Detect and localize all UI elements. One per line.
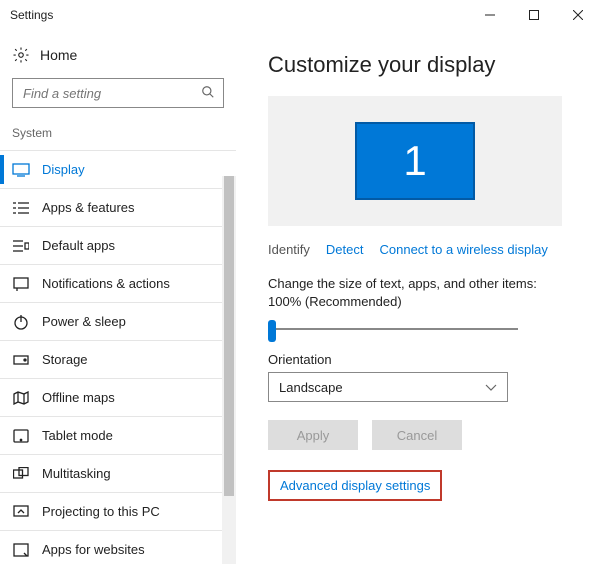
sidebar-item-label: Offline maps (42, 390, 115, 405)
titlebar: Settings (0, 0, 600, 30)
scale-label: Change the size of text, apps, and other… (268, 275, 562, 310)
sidebar-item-default-apps[interactable]: Default apps (0, 226, 236, 264)
notifications-icon (12, 275, 30, 293)
sidebar-item-storage[interactable]: Storage (0, 340, 236, 378)
orientation-select[interactable]: Landscape (268, 372, 508, 402)
search-input[interactable] (12, 78, 224, 108)
orientation-label: Orientation (268, 352, 582, 367)
sidebar-item-notifications[interactable]: Notifications & actions (0, 264, 236, 302)
tablet-icon (12, 427, 30, 445)
sidebar-item-label: Projecting to this PC (42, 504, 160, 519)
sidebar-item-apps-features[interactable]: Apps & features (0, 188, 236, 226)
power-icon (12, 313, 30, 331)
close-button[interactable] (556, 0, 600, 30)
window-title: Settings (10, 8, 53, 22)
minimize-button[interactable] (468, 0, 512, 30)
slider-track (268, 328, 518, 330)
sidebar-item-offline-maps[interactable]: Offline maps (0, 378, 236, 416)
list-icon (12, 199, 30, 217)
maximize-button[interactable] (512, 0, 556, 30)
sidebar-item-label: Storage (42, 352, 88, 367)
projecting-icon (12, 503, 30, 521)
main-panel: Customize your display 1 Identify Detect… (236, 30, 600, 564)
apps-websites-icon (12, 541, 30, 559)
home-button[interactable]: Home (0, 40, 236, 78)
detect-link[interactable]: Detect (326, 242, 364, 257)
cancel-button[interactable]: Cancel (372, 420, 462, 450)
storage-icon (12, 351, 30, 369)
sidebar-item-label: Notifications & actions (42, 276, 170, 291)
sidebar-item-label: Default apps (42, 238, 115, 253)
search-field[interactable] (21, 85, 191, 102)
apply-button[interactable]: Apply (268, 420, 358, 450)
sidebar-item-label: Apps for websites (42, 542, 145, 557)
sidebar-item-label: Tablet mode (42, 428, 113, 443)
display-icon (12, 161, 30, 179)
page-title: Customize your display (268, 52, 582, 78)
display-actions-row: Identify Detect Connect to a wireless di… (268, 242, 582, 257)
map-icon (12, 389, 30, 407)
identify-link[interactable]: Identify (268, 242, 310, 257)
sidebar-item-apps-websites[interactable]: Apps for websites (0, 530, 236, 568)
display-arrangement-panel[interactable]: 1 (268, 96, 562, 226)
default-apps-icon (12, 237, 30, 255)
sidebar-item-projecting[interactable]: Projecting to this PC (0, 492, 236, 530)
monitor-number: 1 (403, 137, 426, 185)
advanced-display-settings-link[interactable]: Advanced display settings (268, 470, 442, 501)
window-controls (468, 0, 600, 30)
monitor-1[interactable]: 1 (355, 122, 475, 200)
apply-cancel-row: Apply Cancel (268, 420, 582, 450)
slider-thumb[interactable] (268, 320, 276, 342)
sidebar-item-label: Apps & features (42, 200, 135, 215)
sidebar-item-tablet-mode[interactable]: Tablet mode (0, 416, 236, 454)
chevron-down-icon (485, 380, 497, 395)
category-label: System (0, 122, 236, 150)
advanced-link-label: Advanced display settings (280, 478, 430, 493)
multitasking-icon (12, 465, 30, 483)
connect-wireless-link[interactable]: Connect to a wireless display (380, 242, 548, 257)
sidebar-item-label: Display (42, 162, 85, 177)
sidebar-item-label: Multitasking (42, 466, 111, 481)
sidebar-item-label: Power & sleep (42, 314, 126, 329)
sidebar-item-multitasking[interactable]: Multitasking (0, 454, 236, 492)
search-icon (201, 85, 215, 102)
scale-slider[interactable] (268, 320, 518, 338)
sidebar: Home System Display Apps & features Defa… (0, 30, 236, 564)
sidebar-item-power-sleep[interactable]: Power & sleep (0, 302, 236, 340)
sidebar-item-display[interactable]: Display (0, 150, 236, 188)
gear-icon (12, 46, 30, 64)
sidebar-scrollbar[interactable] (222, 176, 236, 564)
scrollbar-thumb[interactable] (224, 176, 234, 496)
orientation-value: Landscape (279, 380, 343, 395)
home-label: Home (40, 47, 77, 63)
